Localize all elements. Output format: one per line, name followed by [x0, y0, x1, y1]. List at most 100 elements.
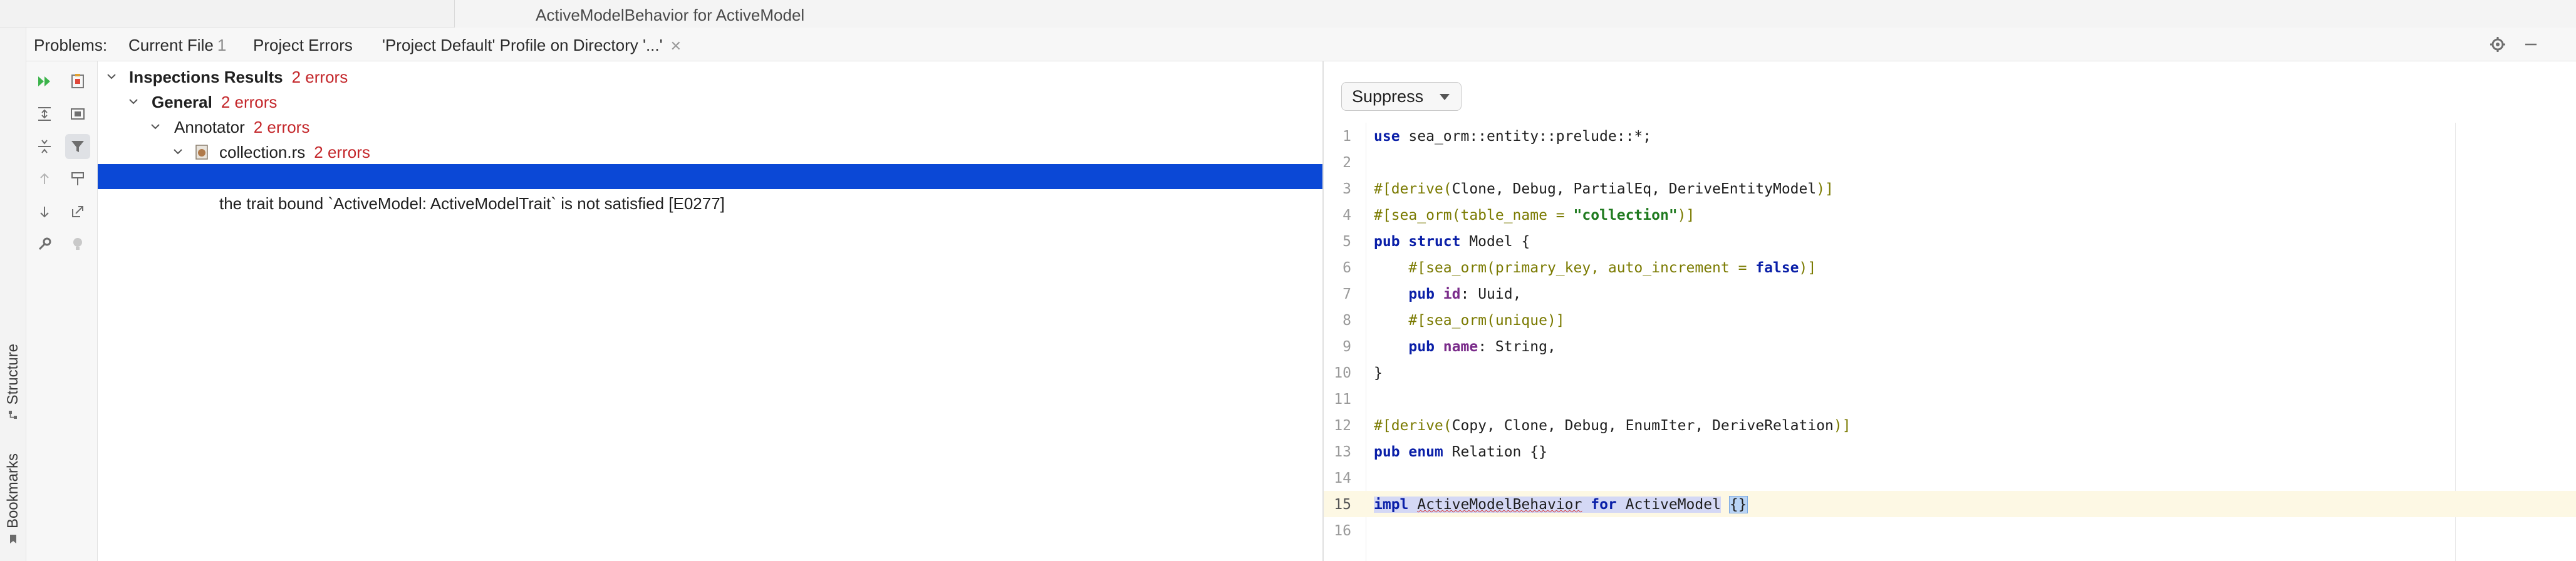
tab-label: Project Errors: [253, 36, 353, 54]
inspection-profile-button[interactable]: [65, 69, 90, 94]
code-line: 3 #[derive(Clone, Debug, PartialEq, Deri…: [1324, 175, 2576, 202]
code-text: use sea_orm::entity::prelude::*;: [1374, 128, 1652, 145]
code-preview[interactable]: 1 use sea_orm::entity::prelude::*; 2 3 #…: [1324, 123, 2576, 561]
code-line: 10 }: [1324, 359, 2576, 386]
tab-profile-on-directory[interactable]: 'Project Default' Profile on Directory '…: [374, 36, 691, 64]
inspection-toolbar: [26, 61, 98, 561]
line-number: 8: [1343, 312, 1351, 329]
tree-label: General 2 errors: [152, 93, 277, 112]
quick-fix-button[interactable]: [65, 232, 90, 257]
error-count: 2 errors: [221, 93, 278, 111]
code-text: #[sea_orm(primary_key, auto_increment = …: [1408, 260, 1817, 276]
bookmark-icon: [10, 535, 16, 544]
suppress-dropdown[interactable]: Suppress: [1341, 82, 1462, 111]
tab-current-file[interactable]: Current File 1: [128, 36, 226, 55]
line-number: 11: [1334, 391, 1351, 408]
tab-count: 1: [217, 36, 227, 54]
tree-label: Inspections Results 2 errors: [129, 68, 348, 87]
tree-node-annotator[interactable]: Annotator 2 errors: [98, 114, 1322, 139]
bulb-icon: [73, 238, 82, 250]
problem-preview-panel: Suppress 1 use sea_orm::entity::prelude:…: [1324, 61, 2576, 561]
structure-tool-tab[interactable]: Structure: [3, 344, 24, 421]
problem-message: the trait bound `ActiveModel: ActiveMode…: [219, 194, 725, 213]
collapse-all-button[interactable]: [32, 134, 57, 159]
left-tool-stripe: Structure Bookmarks: [0, 28, 26, 561]
previous-problem-button[interactable]: [32, 167, 57, 192]
filter-button[interactable]: [65, 134, 90, 159]
code-text: #[derive(Copy, Clone, Debug, EnumIter, D…: [1374, 418, 1851, 434]
profile-icon: [71, 74, 84, 88]
node-title: Annotator: [174, 118, 245, 136]
tab-project-errors[interactable]: Project Errors: [253, 36, 353, 55]
next-icon: [40, 207, 49, 218]
code-text: pub name: String,: [1408, 339, 1556, 355]
code-line: 6 #[sea_orm(primary_key, auto_increment …: [1324, 254, 2576, 280]
tree-node-inspections-results[interactable]: Inspections Results 2 errors: [98, 64, 1322, 89]
file-icon: [195, 145, 208, 160]
code-line: 4 #[sea_orm(table_name = "collection")]: [1324, 202, 2576, 228]
close-icon[interactable]: ✕: [670, 38, 682, 54]
inspection-results-tree: Inspections Results 2 errors General 2 err…: [98, 61, 1322, 561]
line-number: 3: [1343, 181, 1351, 197]
wrench-icon: [38, 237, 51, 250]
line-number: 7: [1343, 286, 1351, 302]
edit-settings-button[interactable]: [32, 232, 57, 257]
line-number: 15: [1334, 497, 1351, 513]
code-line: 14: [1324, 465, 2576, 491]
code-line: 8 #[sea_orm(unique)]: [1324, 307, 2576, 333]
export-button[interactable]: [65, 199, 90, 224]
bookmarks-tab-label: Bookmarks: [4, 453, 21, 529]
group-by-button[interactable]: [65, 101, 90, 126]
node-title: collection.rs: [219, 143, 306, 162]
expand-all-button[interactable]: [32, 101, 57, 126]
code-line: 2: [1324, 149, 2576, 175]
structure-tab-label: Structure: [4, 344, 21, 405]
chevron-down-icon[interactable]: [170, 144, 185, 159]
filter-icon: [71, 141, 84, 152]
node-title: Inspections Results: [129, 68, 283, 86]
rerun-button[interactable]: [32, 69, 57, 94]
minimize-icon[interactable]: [2521, 35, 2540, 54]
next-problem-button[interactable]: [32, 199, 57, 224]
chevron-down-icon: [1440, 94, 1450, 100]
breadcrumb[interactable]: ActiveModelBehavior for ActiveModel: [536, 6, 804, 25]
autoscroll-button[interactable]: [65, 167, 90, 192]
code-line: 11: [1324, 386, 2576, 412]
line-number: 2: [1343, 155, 1351, 171]
code-line: 12 #[derive(Copy, Clone, Debug, EnumIter…: [1324, 412, 2576, 438]
node-title: General: [152, 93, 212, 111]
line-number: 12: [1334, 418, 1351, 434]
line-number: 6: [1343, 260, 1351, 276]
tab-label: 'Project Default' Profile on Directory '…: [382, 36, 663, 54]
chevron-down-icon[interactable]: [148, 119, 163, 134]
line-number: 13: [1334, 444, 1351, 460]
error-count: 2 errors: [253, 118, 310, 136]
error-count: 2 errors: [291, 68, 348, 86]
gear-icon[interactable]: [2488, 35, 2507, 54]
ide-window: ActiveModelBehavior for ActiveModel Stru…: [0, 0, 2576, 561]
code-line: 16: [1324, 517, 2576, 543]
chevron-down-icon[interactable]: [104, 69, 119, 84]
tab-label: Current File: [128, 36, 214, 54]
line-number: 16: [1334, 523, 1351, 539]
code-line-current: 15 impl ActiveModelBehavior for ActiveMo…: [1324, 491, 2576, 517]
run-icon: [38, 76, 50, 86]
tree-node-general[interactable]: General 2 errors: [98, 89, 1322, 114]
tree-node-selected-problem[interactable]: [98, 164, 1322, 189]
line-number: 4: [1343, 207, 1351, 224]
tree-node-problem-message[interactable]: the trait bound `ActiveModel: ActiveMode…: [98, 190, 1322, 215]
code-text: #[sea_orm(unique)]: [1408, 312, 1565, 329]
tree-node-collection-rs[interactable]: collection.rs 2 errors: [98, 139, 1322, 164]
code-text: pub id: Uuid,: [1408, 286, 1522, 302]
code-line: 13 pub enum Relation {}: [1324, 438, 2576, 465]
group-icon: [71, 108, 85, 120]
bookmarks-tool-tab[interactable]: Bookmarks: [3, 453, 24, 545]
editor-tab-strip: ActiveModelBehavior for ActiveModel: [0, 0, 2576, 28]
chevron-down-icon[interactable]: [126, 94, 141, 109]
collapse-all-icon: [38, 140, 51, 153]
problems-title: Problems:: [34, 36, 108, 54]
line-number: 9: [1343, 339, 1351, 355]
autoscroll-icon: [71, 172, 84, 185]
expand-all-icon: [38, 107, 51, 121]
prev-icon: [40, 173, 49, 184]
